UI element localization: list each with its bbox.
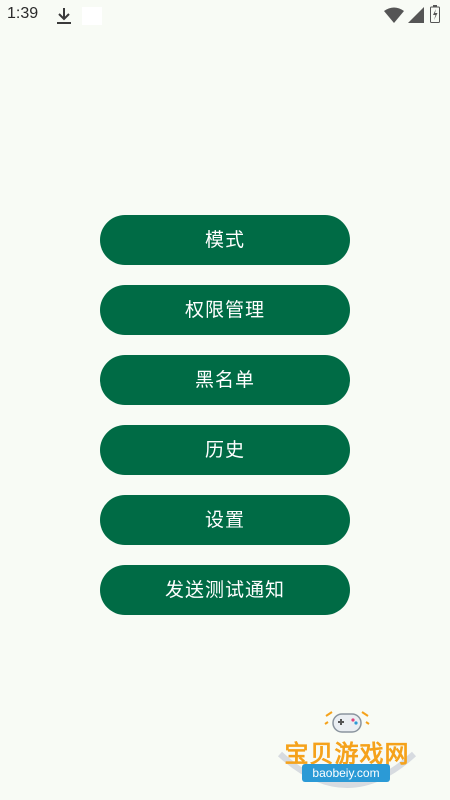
status-time: 1:39	[7, 5, 39, 22]
watermark: 宝贝游戏网 baobeiy.com	[272, 706, 422, 792]
blacklist-button[interactable]: 黑名单	[100, 355, 350, 405]
history-button[interactable]: 历史	[100, 425, 350, 475]
permission-management-button[interactable]: 权限管理	[100, 285, 350, 335]
mode-button[interactable]: 模式	[100, 215, 350, 265]
notification-icon	[82, 7, 102, 25]
watermark-domain: baobeiy.com	[302, 764, 390, 782]
settings-button[interactable]: 设置	[100, 495, 350, 545]
signal-icon	[408, 7, 424, 23]
wifi-icon	[384, 7, 404, 23]
status-bar: 1:39	[0, 0, 450, 32]
main-menu: 模式 权限管理 黑名单 历史 设置 发送测试通知	[100, 215, 350, 635]
battery-icon	[430, 5, 440, 23]
download-icon	[57, 8, 71, 24]
send-test-notification-button[interactable]: 发送测试通知	[100, 565, 350, 615]
